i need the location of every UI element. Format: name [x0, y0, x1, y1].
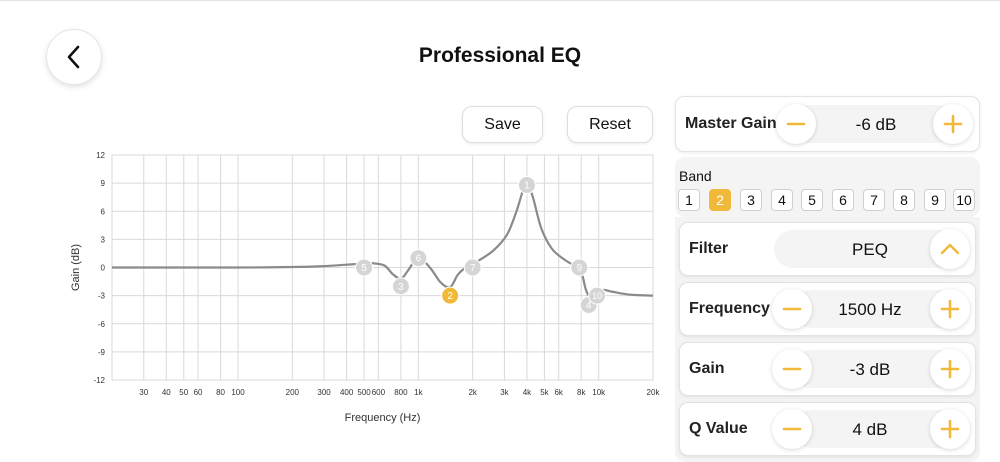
plus-icon — [943, 114, 963, 134]
plus-icon — [940, 419, 960, 439]
master-gain-minus-button[interactable] — [776, 104, 816, 144]
x-tick-label: 200 — [286, 388, 300, 397]
gain-minus-button[interactable] — [772, 349, 812, 389]
filter-collapse-button[interactable] — [930, 229, 970, 269]
x-tick-label: 4k — [523, 388, 532, 397]
y-tick-label: 9 — [101, 179, 106, 188]
filter-label: Filter — [689, 240, 729, 257]
x-tick-label: 300 — [317, 388, 331, 397]
x-tick-label: 8k — [577, 388, 586, 397]
x-tick-label: 40 — [162, 388, 171, 397]
x-tick-label: 800 — [394, 388, 408, 397]
frequency-card: Frequency 1500 Hz — [679, 282, 976, 336]
plus-icon — [940, 359, 960, 379]
reset-button[interactable]: Reset — [567, 106, 653, 143]
x-tick-label: 1k — [414, 388, 423, 397]
save-button[interactable]: Save — [462, 106, 543, 143]
plus-icon — [940, 299, 960, 319]
x-tick-label: 400 — [340, 388, 354, 397]
y-tick-label: -12 — [93, 376, 105, 385]
x-axis-label: Frequency (Hz) — [345, 412, 421, 424]
filter-value: PEQ — [852, 240, 888, 259]
band-marker-label: 2 — [447, 291, 453, 302]
x-tick-label: 20k — [647, 388, 660, 397]
x-tick-label: 10k — [592, 388, 606, 397]
y-tick-label: 12 — [96, 151, 105, 160]
minus-icon — [782, 367, 802, 371]
band-marker-label: 5 — [361, 263, 367, 274]
q-value-plus-button[interactable] — [930, 409, 970, 449]
filter-card: Filter PEQ — [679, 222, 976, 276]
x-tick-label: 80 — [216, 388, 225, 397]
q-value-label: Q Value — [689, 420, 748, 437]
frequency-plus-button[interactable] — [930, 289, 970, 329]
master-gain-label: Master Gain — [685, 115, 777, 132]
band-button-10[interactable]: 10 — [953, 189, 975, 211]
x-tick-label: 5k — [540, 388, 549, 397]
y-tick-label: 3 — [101, 235, 106, 244]
q-value-card: Q Value 4 dB — [679, 402, 976, 456]
band-button-2[interactable]: 2 — [709, 189, 731, 211]
x-tick-label: 100 — [231, 388, 245, 397]
band-button-9[interactable]: 9 — [924, 189, 946, 211]
x-tick-label: 60 — [194, 388, 203, 397]
band-button-6[interactable]: 6 — [832, 189, 854, 211]
eq-chart[interactable]: -12-9-6-303691230 40 50 60 80 100 200 300 400 500… — [60, 145, 660, 430]
frequency-label: Frequency — [689, 300, 770, 317]
y-tick-label: 0 — [101, 264, 106, 273]
band-button-8[interactable]: 8 — [893, 189, 915, 211]
band-button-5[interactable]: 5 — [801, 189, 823, 211]
frequency-minus-button[interactable] — [772, 289, 812, 329]
band-button-1[interactable]: 1 — [678, 189, 700, 211]
gain-label: Gain — [689, 360, 725, 377]
top-divider — [0, 0, 1000, 1]
band-button-3[interactable]: 3 — [740, 189, 762, 211]
master-gain-card: Master Gain -6 dB — [675, 96, 980, 152]
band-button-7[interactable]: 7 — [863, 189, 885, 211]
y-tick-label: -3 — [98, 292, 106, 301]
frequency-value: 1500 Hz — [838, 300, 902, 319]
gain-card: Gain -3 dB — [679, 342, 976, 396]
q-value-minus-button[interactable] — [772, 409, 812, 449]
y-tick-label: -6 — [98, 320, 106, 329]
minus-icon — [782, 427, 802, 431]
x-tick-label: 30 — [139, 388, 148, 397]
x-tick-label: 2k — [468, 388, 477, 397]
x-tick-label: 6k — [554, 388, 563, 397]
y-tick-label: 6 — [101, 207, 106, 216]
chevron-up-icon — [940, 243, 960, 255]
band-label: Band — [679, 168, 712, 184]
x-tick-label: 500 — [357, 388, 371, 397]
page-title: Professional EQ — [418, 44, 582, 67]
band-button-4[interactable]: 4 — [771, 189, 793, 211]
band-marker-label: 1 — [524, 181, 530, 192]
minus-icon — [782, 307, 802, 311]
y-axis-label: Gain (dB) — [70, 244, 82, 291]
band-selector: Band 1 2 3 4 5 6 7 8 9 10 — [675, 157, 980, 217]
gain-value: -3 dB — [849, 360, 891, 379]
x-tick-label: 600 — [372, 388, 386, 397]
band-marker-label: 6 — [416, 254, 422, 265]
minus-icon — [786, 122, 806, 126]
band-marker-label: 10 — [592, 291, 602, 301]
band-marker-label: 7 — [470, 263, 476, 274]
y-tick-label: -9 — [98, 348, 106, 357]
band-marker-label: 9 — [576, 263, 582, 274]
master-gain-value: -6 dB — [855, 115, 897, 134]
x-tick-label: 3k — [500, 388, 509, 397]
master-gain-plus-button[interactable] — [933, 104, 973, 144]
q-value-value: 4 dB — [852, 420, 888, 439]
band-marker-label: 3 — [398, 282, 404, 293]
gain-plus-button[interactable] — [930, 349, 970, 389]
x-tick-label: 50 — [179, 388, 188, 397]
